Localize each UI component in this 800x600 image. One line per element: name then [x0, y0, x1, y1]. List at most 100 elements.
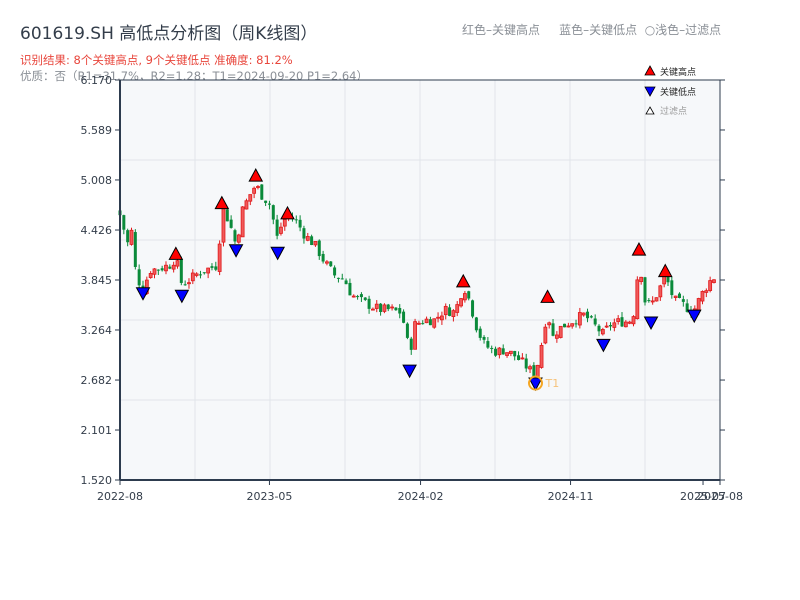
- candle-down: [348, 282, 352, 296]
- candle-down: [394, 307, 398, 311]
- candle-up: [279, 226, 283, 234]
- candle-down: [563, 323, 567, 328]
- candle-up: [417, 322, 421, 325]
- candle-up: [459, 298, 463, 307]
- candle-up: [413, 321, 417, 350]
- candle-up: [236, 234, 241, 243]
- legend-high-label: 关键高点: [660, 66, 696, 78]
- y-tick-label: 5.589: [81, 124, 113, 137]
- candle-up: [371, 308, 375, 311]
- candle-down: [409, 338, 413, 350]
- candle-down: [574, 323, 578, 325]
- candle-down: [367, 298, 371, 309]
- candle-down: [160, 268, 164, 271]
- candle-down: [363, 297, 367, 300]
- candle-down: [260, 184, 264, 200]
- candle-up: [577, 312, 582, 326]
- candle-up: [436, 316, 440, 319]
- y-tick-label: 2.101: [81, 424, 113, 437]
- candle-down: [681, 299, 685, 302]
- candle-down: [310, 236, 314, 245]
- x-tick-label: 2024-11: [548, 490, 594, 503]
- candle-up: [206, 267, 211, 274]
- candle-down: [126, 230, 130, 243]
- candle-up: [244, 200, 249, 210]
- candle-down: [513, 350, 517, 357]
- candle-down: [532, 365, 536, 378]
- candle-down: [317, 240, 321, 257]
- y-tick-label: 5.008: [81, 174, 113, 187]
- candle-up: [252, 187, 257, 194]
- candle-down: [198, 274, 202, 276]
- candle-up: [497, 347, 502, 356]
- candle-up: [558, 325, 563, 338]
- candle-down: [179, 258, 183, 283]
- candle-down: [597, 325, 601, 332]
- x-tick-label: 2023-05: [246, 490, 292, 503]
- candlestick-chart: T1 1.520 2.101 2.682 3.264 3.845 4.426 5.008 5.…: [81, 65, 743, 503]
- candle-down: [609, 325, 613, 327]
- x-tick-label: 2025-08: [697, 490, 743, 503]
- candle-up: [282, 218, 287, 227]
- x-tick-label: 2022-08: [97, 490, 143, 503]
- candle-down: [264, 200, 268, 203]
- candle-down: [379, 303, 383, 312]
- candle-up: [171, 264, 176, 270]
- legend-high-icon: [644, 65, 656, 76]
- candle-up: [581, 312, 586, 316]
- candle-up: [129, 229, 134, 245]
- candle-down: [329, 261, 333, 267]
- candle-down: [517, 355, 521, 360]
- candle-down: [421, 323, 425, 325]
- candle-down: [233, 230, 237, 242]
- candle-up: [631, 316, 636, 325]
- candle-down: [344, 280, 348, 285]
- candle-down: [620, 317, 624, 327]
- candle-down: [333, 267, 337, 276]
- candle-down: [168, 266, 172, 269]
- x-tick-label: 2024-02: [398, 490, 444, 503]
- candle-up: [658, 285, 663, 298]
- candle-up: [635, 279, 640, 320]
- candle-down: [494, 348, 498, 356]
- y-tick-label: 2.682: [81, 374, 113, 387]
- legend-low-label: 关键低点: [660, 86, 696, 98]
- candle-up: [539, 345, 544, 368]
- candle-up: [520, 357, 525, 360]
- candle-up: [604, 325, 609, 328]
- candle-up: [443, 305, 448, 316]
- candle-up: [152, 268, 157, 275]
- candle-up: [543, 326, 548, 344]
- candle-down: [467, 291, 471, 299]
- candle-down: [267, 203, 271, 205]
- candle-down: [340, 278, 344, 280]
- candle-up: [704, 290, 709, 293]
- candle-up: [566, 325, 571, 328]
- candle-up: [570, 323, 575, 327]
- candle-down: [298, 219, 302, 228]
- candle-down: [156, 269, 160, 271]
- candle-down: [474, 317, 478, 331]
- candle-up: [712, 279, 716, 283]
- color-hint: 红色–关键高点 蓝色–关键低点 ○浅色–过滤点: [462, 23, 722, 37]
- candle-down: [586, 311, 590, 319]
- candle-down: [202, 272, 206, 274]
- candle-up: [455, 304, 460, 313]
- candle-up: [351, 295, 356, 298]
- candle-down: [524, 358, 528, 369]
- candle-down: [482, 336, 486, 340]
- candle-down: [214, 266, 218, 270]
- candle-up: [639, 276, 644, 283]
- y-tick-label: 1.520: [81, 474, 113, 487]
- candle-up: [623, 321, 628, 328]
- candle-down: [137, 269, 141, 286]
- candle-down: [402, 311, 406, 323]
- candle-down: [478, 328, 482, 338]
- candle-down: [398, 307, 402, 314]
- candle-up: [217, 243, 222, 272]
- candle-up: [305, 236, 310, 241]
- candle-down: [647, 300, 651, 302]
- y-tick-label: 6.170: [81, 74, 113, 87]
- candle-down: [501, 348, 505, 355]
- candle-down: [133, 232, 137, 267]
